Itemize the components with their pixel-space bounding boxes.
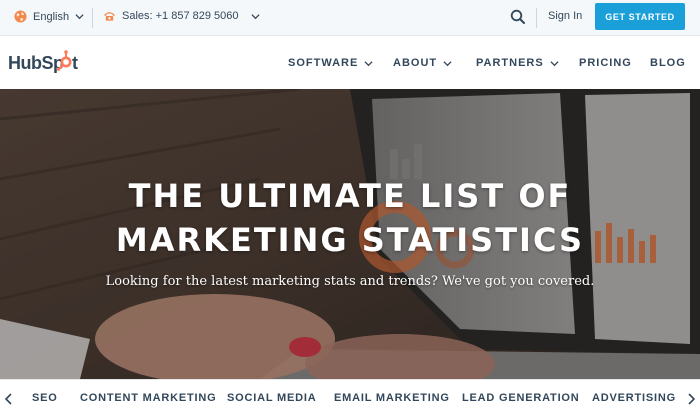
hero-banner: THE ULTIMATE LIST OF MARKETING STATISTIC… <box>0 89 700 379</box>
phone-icon <box>103 12 116 21</box>
chevron-down-icon <box>443 60 452 66</box>
topic-email-marketing[interactable]: EMAIL MARKETING <box>334 392 450 404</box>
svg-text:t: t <box>72 53 78 73</box>
chevron-down-icon <box>364 60 373 66</box>
sign-in-link[interactable]: Sign In <box>548 10 582 22</box>
topic-lead-generation[interactable]: LEAD GENERATION <box>462 392 580 404</box>
topic-bar: SEO CONTENT MARKETING SOCIAL MEDIA EMAIL… <box>0 379 700 418</box>
nav-partners[interactable]: PARTNERS <box>476 55 559 71</box>
hubspot-logo[interactable]: HubSp t <box>8 50 84 76</box>
hero-subtitle: Looking for the latest marketing stats a… <box>105 274 595 289</box>
nav-software[interactable]: SOFTWARE <box>288 55 373 71</box>
nav-blog-label: BLOG <box>650 57 686 69</box>
language-label: English <box>33 10 70 23</box>
chevron-right-icon[interactable] <box>686 393 696 405</box>
chevron-left-icon[interactable] <box>4 393 14 405</box>
utility-bar: English Sales: +1 857 829 5060 Sign In G… <box>0 0 700 36</box>
divider <box>92 8 93 28</box>
globe-icon <box>14 10 27 23</box>
hero-title-line2: MARKETING STATISTICS <box>115 221 585 259</box>
chevron-down-icon <box>250 13 260 19</box>
nav-blog[interactable]: BLOG <box>650 55 686 71</box>
search-icon[interactable] <box>509 8 527 26</box>
nav-about-label: ABOUT <box>393 57 438 69</box>
topic-advertising[interactable]: ADVERTISING <box>592 392 676 404</box>
nav-pricing[interactable]: PRICING <box>579 55 632 71</box>
topic-content-marketing[interactable]: CONTENT MARKETING <box>80 392 216 404</box>
topic-social-media[interactable]: SOCIAL MEDIA <box>227 392 316 404</box>
hero-title-line1: THE ULTIMATE LIST OF <box>128 177 572 215</box>
nav-about[interactable]: ABOUT <box>393 55 452 71</box>
sales-phone-selector[interactable]: Sales: +1 857 829 5060 <box>103 10 260 22</box>
chevron-down-icon <box>75 14 84 20</box>
nav-partners-label: PARTNERS <box>476 57 544 69</box>
language-selector[interactable]: English <box>14 10 84 23</box>
sales-label: Sales: +1 857 829 5060 <box>122 10 239 22</box>
get-started-button[interactable]: GET STARTED <box>595 3 685 30</box>
chevron-down-icon <box>550 60 559 66</box>
main-nav: HubSp t SOFTWARE ABOUT PARTNERS PRICING … <box>0 36 700 89</box>
svg-text:HubSp: HubSp <box>8 53 64 73</box>
divider <box>536 8 537 28</box>
topic-seo[interactable]: SEO <box>32 392 58 404</box>
nav-software-label: SOFTWARE <box>288 57 359 69</box>
nav-pricing-label: PRICING <box>579 57 632 69</box>
